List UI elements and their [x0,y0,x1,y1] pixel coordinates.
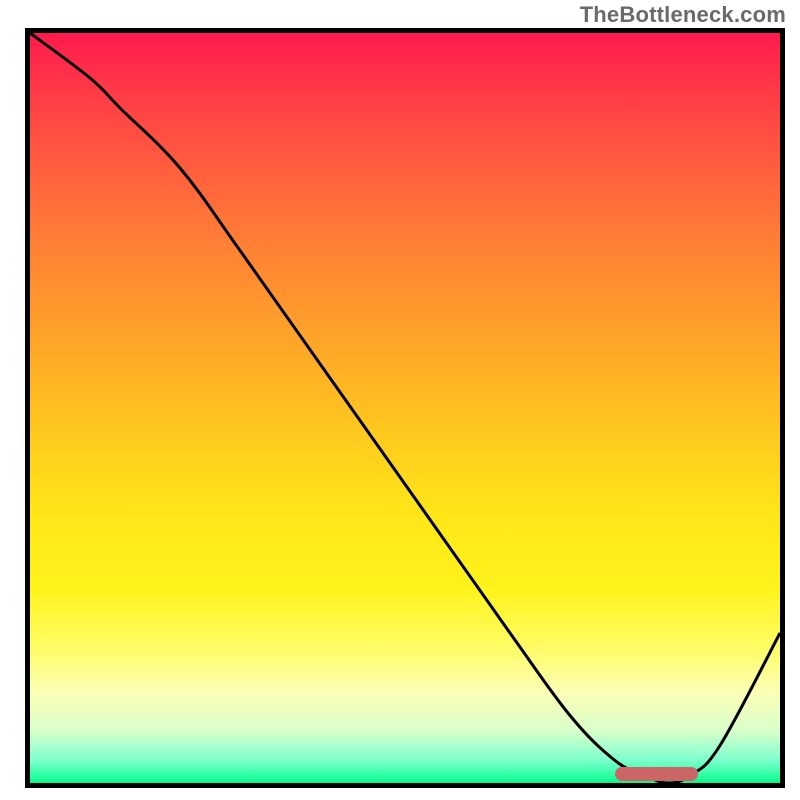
trough-marker-bar [615,767,698,781]
data-curve [30,33,780,783]
chart-svg [30,33,780,783]
watermark-text: TheBottleneck.com [580,2,786,28]
plot-area [30,33,780,783]
chart-container: TheBottleneck.com [0,0,800,800]
plot-frame [25,28,785,788]
